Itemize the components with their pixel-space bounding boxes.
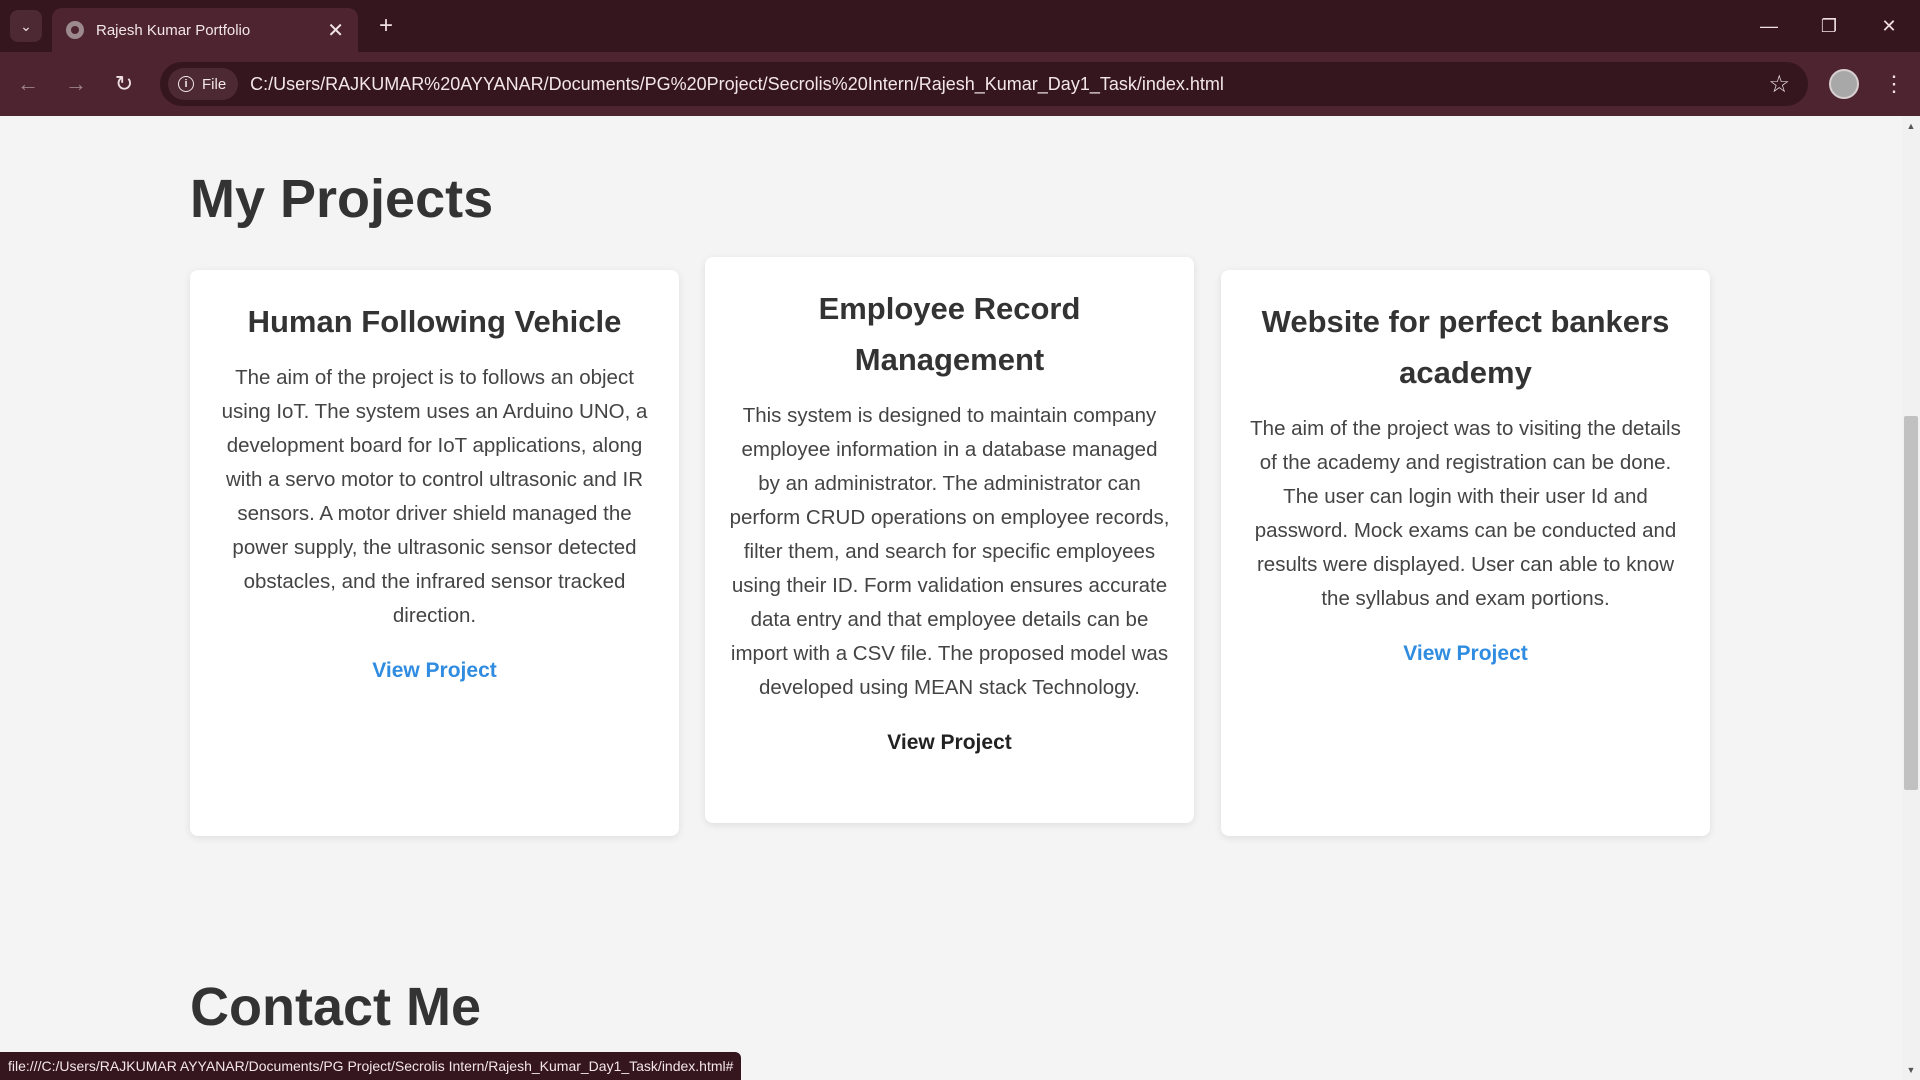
reload-icon[interactable]: ↻ — [106, 66, 142, 102]
project-title: Human Following Vehicle — [247, 304, 622, 339]
globe-icon — [66, 21, 84, 39]
project-card: Website for perfect bankers academy The … — [1221, 270, 1710, 836]
site-info-label: File — [202, 75, 227, 93]
close-window-icon[interactable]: ✕ — [1866, 8, 1912, 44]
restore-icon[interactable]: ❐ — [1806, 8, 1852, 44]
project-card: Employee Record Management This system i… — [705, 257, 1194, 823]
project-title: Website for perfect bankers academy — [1261, 304, 1670, 390]
tab-search-button[interactable]: ⌄ — [10, 10, 42, 42]
view-project-link[interactable]: View Project — [372, 659, 497, 683]
more-menu-icon[interactable]: ⋮ — [1880, 66, 1908, 102]
minimize-icon[interactable]: — — [1746, 8, 1792, 44]
project-title: Employee Record Management — [818, 291, 1081, 377]
address-bar[interactable]: i File C:/Users/RAJKUMAR%20AYYANAR/Docum… — [160, 62, 1808, 106]
project-card: Human Following Vehicle The aim of the p… — [190, 270, 679, 836]
browser-tab[interactable]: Rajesh Kumar Portfolio ✕ — [52, 8, 358, 52]
view-project-link[interactable]: View Project — [1403, 642, 1528, 666]
page-scrollbar[interactable]: ▲ ▼ — [1902, 116, 1920, 1080]
tab-bar: ⌄ Rajesh Kumar Portfolio ✕ + — ❐ ✕ — [0, 0, 1920, 52]
new-tab-button[interactable]: + — [372, 12, 400, 40]
forward-arrow-icon[interactable]: → — [58, 66, 94, 102]
scrollbar-thumb[interactable] — [1904, 416, 1918, 790]
profile-avatar[interactable] — [1829, 69, 1859, 99]
close-tab-icon[interactable]: ✕ — [327, 18, 344, 43]
scroll-down-icon[interactable]: ▼ — [1902, 1062, 1920, 1078]
back-arrow-icon[interactable]: ← — [10, 66, 46, 102]
scroll-up-icon[interactable]: ▲ — [1902, 118, 1920, 134]
projects-heading: My Projects — [190, 169, 494, 229]
chevron-down-icon: ⌄ — [20, 17, 32, 34]
project-description: The aim of the project is to follows an … — [221, 366, 648, 627]
link-status-bar: file:///C:/Users/RAJKUMAR AYYANAR/Docume… — [0, 1052, 742, 1080]
bookmark-star-icon[interactable]: ☆ — [1768, 70, 1790, 99]
info-icon: i — [178, 76, 194, 92]
contact-heading: Contact Me — [190, 977, 482, 1037]
site-info-chip[interactable]: i File — [168, 68, 239, 100]
view-project-link[interactable]: View Project — [887, 731, 1012, 755]
project-description: This system is designed to maintain comp… — [729, 404, 1170, 699]
project-description: The aim of the project was to visiting t… — [1250, 417, 1681, 610]
browser-toolbar: ← → ↻ i File C:/Users/RAJKUMAR%20AYYANAR… — [0, 52, 1920, 116]
tab-title: Rajesh Kumar Portfolio — [96, 21, 251, 39]
url-text[interactable]: C:/Users/RAJKUMAR%20AYYANAR/Documents/PG… — [250, 74, 1224, 95]
page-content: My Projects Human Following Vehicle The … — [0, 116, 1902, 1080]
